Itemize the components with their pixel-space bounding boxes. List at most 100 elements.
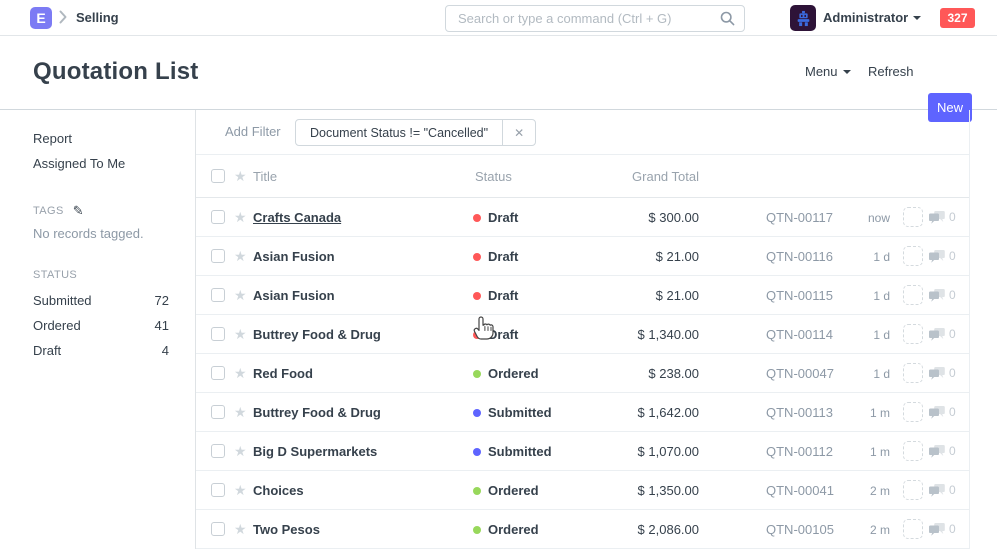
star-icon[interactable]: ★: [234, 209, 247, 226]
column-header-grand-total: Grand Total: [556, 169, 699, 184]
star-icon[interactable]: ★: [234, 248, 247, 265]
table-row[interactable]: ★ Crafts Canada Draft $ 300.00 QTN-00117…: [196, 198, 969, 237]
row-document-id[interactable]: QTN-00041: [766, 483, 834, 498]
sidebar-status-ordered[interactable]: Ordered 41: [33, 313, 169, 338]
row-checkbox[interactable]: [211, 366, 225, 380]
row-comments[interactable]: 0: [929, 405, 956, 419]
row-document-id[interactable]: QTN-00117: [766, 210, 833, 225]
row-document-id[interactable]: QTN-00113: [766, 405, 833, 420]
filter-chip-label[interactable]: Document Status != "Cancelled": [296, 120, 502, 145]
table-row[interactable]: ★ Big D Supermarkets Submitted $ 1,070.0…: [196, 432, 969, 471]
table-row[interactable]: ★ Two Pesos Ordered $ 2,086.00 QTN-00105…: [196, 510, 969, 549]
user-menu[interactable]: Administrator: [823, 10, 921, 25]
filter-remove-icon[interactable]: ✕: [502, 120, 535, 145]
star-icon[interactable]: ★: [234, 365, 247, 382]
table-row[interactable]: ★ Buttrey Food & Drug Submitted $ 1,642.…: [196, 393, 969, 432]
row-comments[interactable]: 0: [929, 288, 956, 302]
assign-placeholder[interactable]: [903, 441, 923, 461]
star-icon[interactable]: ★: [234, 404, 247, 421]
row-checkbox[interactable]: [211, 249, 225, 263]
refresh-button[interactable]: Refresh: [868, 64, 914, 79]
list-view: Add Filter Document Status != "Cancelled…: [196, 110, 997, 549]
row-title-link[interactable]: Big D Supermarkets: [253, 444, 377, 459]
row-comments[interactable]: 0: [929, 366, 956, 380]
row-comments[interactable]: 0: [929, 210, 956, 224]
status-dot-icon: [473, 214, 481, 222]
table-row[interactable]: ★ Choices Ordered $ 1,350.00 QTN-00041 2…: [196, 471, 969, 510]
row-checkbox[interactable]: [211, 210, 225, 224]
star-icon[interactable]: ★: [234, 443, 247, 460]
row-title-link[interactable]: Buttrey Food & Drug: [253, 405, 381, 420]
star-icon[interactable]: ★: [234, 482, 247, 499]
notification-badge[interactable]: 327: [940, 8, 975, 28]
row-comments[interactable]: 0: [929, 327, 956, 341]
row-checkbox[interactable]: [211, 483, 225, 497]
table-row[interactable]: ★ Asian Fusion Draft $ 21.00 QTN-00116 1…: [196, 237, 969, 276]
row-modified-time: 1 d: [836, 250, 890, 264]
row-comments[interactable]: 0: [929, 249, 956, 263]
status-dot-icon: [473, 409, 481, 417]
star-icon[interactable]: ★: [234, 287, 247, 304]
app-logo[interactable]: E: [30, 7, 52, 29]
row-title-link[interactable]: Crafts Canada: [253, 210, 341, 225]
assign-placeholder[interactable]: [903, 246, 923, 266]
row-title-link[interactable]: Buttrey Food & Drug: [253, 327, 381, 342]
table-row[interactable]: ★ Buttrey Food & Drug Draft $ 1,340.00 Q…: [196, 315, 969, 354]
breadcrumb-selling[interactable]: Selling: [76, 10, 119, 25]
sidebar-link-assigned-to-me[interactable]: Assigned To Me: [33, 151, 169, 176]
sidebar-status-submitted[interactable]: Submitted 72: [33, 288, 169, 313]
row-comments[interactable]: 0: [929, 483, 956, 497]
star-icon[interactable]: ★: [234, 168, 247, 185]
row-title-link[interactable]: Two Pesos: [253, 522, 320, 537]
row-checkbox[interactable]: [211, 522, 225, 536]
row-modified-time: 1 d: [836, 367, 890, 381]
top-navbar: E Selling Administrator 327: [0, 0, 997, 36]
row-title-link[interactable]: Asian Fusion: [253, 288, 335, 303]
comment-count: 0: [949, 327, 956, 341]
user-avatar[interactable]: [790, 5, 816, 31]
row-document-id[interactable]: QTN-00114: [766, 327, 833, 342]
row-title-link[interactable]: Asian Fusion: [253, 249, 335, 264]
assign-placeholder[interactable]: [903, 324, 923, 344]
row-checkbox[interactable]: [211, 288, 225, 302]
star-icon[interactable]: ★: [234, 521, 247, 538]
row-modified-time: 1 d: [836, 328, 890, 342]
assign-placeholder[interactable]: [903, 480, 923, 500]
row-comments[interactable]: 0: [929, 444, 956, 458]
assign-placeholder[interactable]: [903, 285, 923, 305]
search-input[interactable]: [446, 11, 720, 26]
row-comments[interactable]: 0: [929, 522, 956, 536]
list-sidebar: Report Assigned To Me TAGS ✎ No records …: [0, 110, 196, 549]
edit-tags-pencil-icon[interactable]: ✎: [73, 204, 84, 217]
row-modified-time: now: [836, 211, 890, 225]
row-document-id[interactable]: QTN-00112: [766, 444, 833, 459]
table-row[interactable]: ★ Asian Fusion Draft $ 21.00 QTN-00115 1…: [196, 276, 969, 315]
row-checkbox[interactable]: [211, 327, 225, 341]
row-checkbox[interactable]: [211, 444, 225, 458]
row-title-link[interactable]: Red Food: [253, 366, 313, 381]
assign-placeholder[interactable]: [903, 207, 923, 227]
row-document-id[interactable]: QTN-00116: [766, 249, 833, 264]
star-icon[interactable]: ★: [234, 326, 247, 343]
sidebar-status-draft[interactable]: Draft 4: [33, 338, 169, 363]
filter-bar: Add Filter Document Status != "Cancelled…: [196, 110, 969, 155]
assign-placeholder[interactable]: [903, 519, 923, 539]
row-title-link[interactable]: Choices: [253, 483, 304, 498]
assign-placeholder[interactable]: [903, 402, 923, 422]
comment-count: 0: [949, 249, 956, 263]
row-checkbox[interactable]: [211, 405, 225, 419]
comment-icon: [929, 328, 945, 341]
select-all-checkbox[interactable]: [211, 169, 225, 183]
row-document-id[interactable]: QTN-00115: [766, 288, 833, 303]
status-label: Ordered: [488, 522, 539, 537]
row-status: Submitted: [473, 444, 552, 459]
menu-dropdown-button[interactable]: Menu: [805, 64, 851, 79]
row-document-id[interactable]: QTN-00105: [766, 522, 834, 537]
assign-placeholder[interactable]: [903, 363, 923, 383]
sidebar-link-report[interactable]: Report: [33, 126, 169, 151]
comment-icon: [929, 289, 945, 302]
add-filter-button[interactable]: Add Filter: [225, 124, 281, 139]
table-row[interactable]: ★ Red Food Ordered $ 238.00 QTN-00047 1 …: [196, 354, 969, 393]
search-icon[interactable]: [720, 11, 735, 26]
row-document-id[interactable]: QTN-00047: [766, 366, 834, 381]
